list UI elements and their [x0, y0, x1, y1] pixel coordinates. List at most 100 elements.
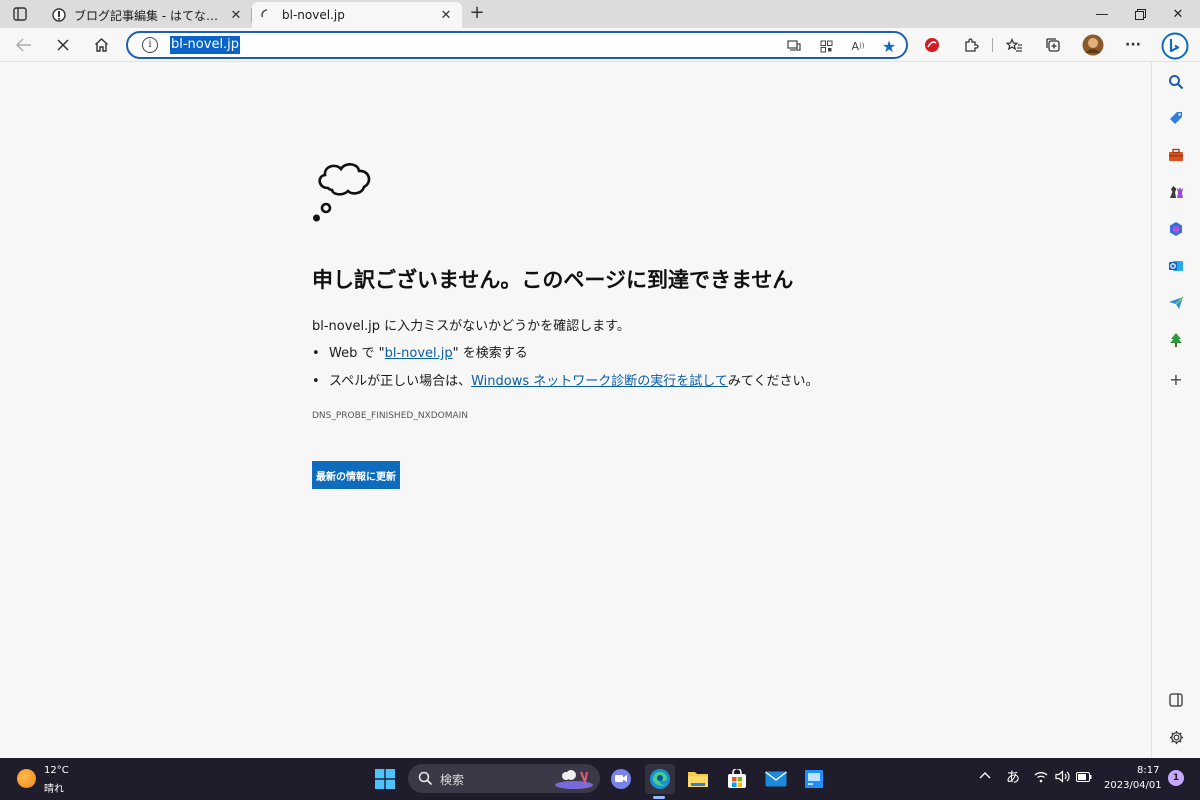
microsoft365-icon: [1170, 222, 1182, 236]
close-window-button[interactable]: ✕: [1160, 0, 1196, 28]
search-highlight-icon: [555, 770, 593, 789]
favorites-button[interactable]: [1000, 32, 1028, 58]
clock-date[interactable]: 2023/04/01: [1104, 780, 1162, 791]
tab-hatena-blog[interactable]: ブログ記事編集 - はてなブログ ✕: [44, 2, 252, 28]
bing-icon: [1161, 32, 1189, 60]
extension-trend-micro-button[interactable]: [918, 32, 946, 58]
sidebar-drop-button[interactable]: [1165, 292, 1187, 314]
suggestion-text: みてください。: [727, 374, 819, 389]
back-button[interactable]: [10, 32, 38, 58]
sidebar-tree-button[interactable]: [1165, 329, 1187, 351]
suggestion-diagnostics: スペルが正しい場合は、Windows ネットワーク診断の実行を試してみてください…: [312, 372, 819, 400]
restore-button[interactable]: [1122, 0, 1158, 28]
weather-temperature[interactable]: 12°C: [44, 765, 69, 776]
sidebar-search-button[interactable]: [1165, 71, 1187, 93]
tab-title: ブログ記事編集 - はてなブログ: [74, 8, 228, 23]
restore-icon: [1134, 8, 1146, 20]
sidebar-shopping-button[interactable]: [1165, 107, 1187, 129]
app-available-icon[interactable]: [784, 36, 804, 56]
wifi-icon[interactable]: [1034, 771, 1048, 786]
tab-actions-button[interactable]: [8, 4, 32, 24]
outlook-icon: [1169, 261, 1183, 271]
sidebar-toggle-icon: [1169, 693, 1183, 707]
gear-icon: [1169, 730, 1183, 744]
sidebar-hide-button[interactable]: [1165, 689, 1187, 711]
new-tab-button[interactable]: +: [466, 4, 488, 24]
site-info-icon[interactable]: i: [142, 37, 158, 53]
shopping-tag-icon: [1170, 112, 1182, 124]
suggestion-text: Web で ": [329, 346, 385, 361]
suggestion-list: Web で "bl-novel.jp" を検索する スペルが正しい場合は、Win…: [312, 344, 819, 400]
typed-domain: bl-novel.jp: [312, 319, 381, 334]
volume-icon[interactable]: [1055, 770, 1070, 786]
sidebar-settings-button[interactable]: [1165, 726, 1187, 748]
qr-code-icon[interactable]: [816, 36, 836, 56]
error-code: DNS_PROBE_FINISHED_NXDOMAIN: [312, 411, 469, 421]
chat-icon: [611, 769, 631, 789]
sidebar-games-button[interactable]: [1165, 181, 1187, 203]
battery-icon[interactable]: [1076, 771, 1092, 785]
stop-icon: [57, 39, 69, 51]
notification-badge[interactable]: 1: [1168, 770, 1184, 786]
sidebar-tools-button[interactable]: [1165, 144, 1187, 166]
hatena-favicon-icon: [52, 8, 66, 22]
taskbar-remote-app[interactable]: [799, 764, 829, 794]
tab-close-icon[interactable]: ✕: [228, 7, 244, 23]
stop-loading-button[interactable]: [49, 32, 77, 58]
windows-logo-icon: [375, 769, 395, 789]
taskbar-edge[interactable]: [645, 764, 675, 794]
read-aloud-icon[interactable]: A)): [848, 36, 868, 56]
taskbar-teams-chat[interactable]: [606, 764, 636, 794]
suggestion-text: スペルが正しい場合は、: [329, 374, 472, 389]
store-icon: [728, 769, 746, 788]
taskbar-mail[interactable]: [761, 764, 791, 794]
sidebar-outlook-button[interactable]: [1165, 255, 1187, 277]
collections-button[interactable]: [1039, 32, 1067, 58]
tree-icon: [1170, 333, 1182, 347]
weather-sun-icon[interactable]: [17, 769, 36, 788]
error-heading: 申し訳ございません。このページに到達できません: [312, 268, 794, 292]
favorites-list-icon: [1005, 37, 1022, 52]
trend-micro-icon: [925, 38, 939, 52]
taskbar-microsoft-store[interactable]: [722, 764, 752, 794]
suggestion-text: " を検索する: [452, 346, 528, 361]
search-icon: [1169, 75, 1184, 90]
start-button[interactable]: [370, 764, 400, 794]
tab-title: bl-novel.jp: [282, 8, 345, 22]
minimize-button[interactable]: —: [1084, 0, 1120, 28]
address-url[interactable]: bl-novel.jp: [170, 36, 241, 54]
tab-bl-novel[interactable]: bl-novel.jp ✕: [252, 2, 462, 28]
search-web-link[interactable]: bl-novel.jp: [385, 346, 453, 361]
weather-condition[interactable]: 晴れ: [44, 780, 64, 795]
extensions-button[interactable]: [957, 32, 985, 58]
suggestion-search: Web で "bl-novel.jp" を検索する: [312, 344, 819, 372]
sidebar-add-button[interactable]: +: [1165, 368, 1187, 390]
clock-time[interactable]: 8:17: [1137, 765, 1159, 776]
settings-more-button[interactable]: ···: [1119, 32, 1147, 58]
windows-taskbar: 12°C 晴れ 検索 あ 8:17 2023/04/01 1: [0, 758, 1200, 800]
bing-chat-button[interactable]: [1160, 32, 1190, 60]
taskbar-search[interactable]: 検索: [408, 764, 600, 793]
search-label: 検索: [440, 773, 465, 787]
taskbar-file-explorer[interactable]: [683, 764, 713, 794]
tab-actions-icon: [13, 7, 27, 21]
edge-sidebar: +: [1151, 62, 1200, 758]
send-drop-icon: [1169, 296, 1184, 309]
sidebar-microsoft365-button[interactable]: [1165, 218, 1187, 240]
ime-indicator[interactable]: あ: [1006, 767, 1020, 787]
profile-button[interactable]: [1079, 32, 1107, 58]
network-diagnostics-link[interactable]: Windows ネットワーク診断の実行を試して: [471, 374, 728, 389]
search-icon: [418, 771, 433, 786]
back-arrow-icon: [16, 38, 31, 52]
window-app-icon: [805, 770, 823, 788]
thought-cloud-icon: [313, 163, 371, 222]
tab-close-icon[interactable]: ✕: [438, 7, 454, 23]
active-app-indicator: [653, 796, 665, 799]
home-button[interactable]: [87, 32, 115, 58]
error-check-text: bl-novel.jp に入力ミスがないかどうかを確認します。: [312, 315, 630, 334]
favorite-star-icon[interactable]: ★: [879, 36, 899, 56]
refresh-button[interactable]: 最新の情報に更新: [312, 461, 400, 489]
address-bar[interactable]: i bl-novel.jp A)) ★: [126, 31, 908, 59]
tray-overflow-chevron-icon[interactable]: [979, 768, 991, 782]
check-message: に入力ミスがないかどうかを確認します。: [380, 319, 630, 334]
